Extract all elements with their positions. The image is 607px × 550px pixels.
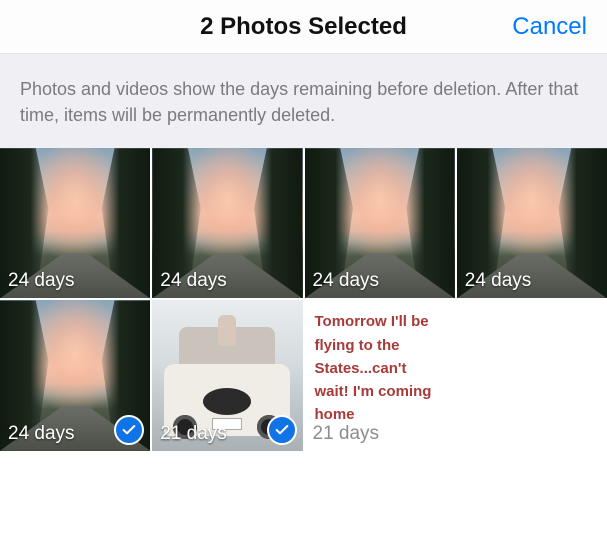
page-title: 2 Photos Selected xyxy=(200,13,407,41)
info-message: Photos and videos show the days remainin… xyxy=(0,54,607,148)
days-remaining-label: 24 days xyxy=(160,270,227,292)
selection-checkmark[interactable] xyxy=(267,415,297,445)
cancel-button[interactable]: Cancel xyxy=(512,0,587,54)
selection-checkmark[interactable] xyxy=(114,415,144,445)
days-remaining-label: 21 days xyxy=(160,423,227,445)
empty-cell xyxy=(457,300,607,450)
photo-thumbnail[interactable]: 24 days xyxy=(305,148,455,298)
days-remaining-label: 24 days xyxy=(8,423,75,445)
checkmark-icon xyxy=(121,422,137,438)
photo-thumbnail[interactable]: 24 days xyxy=(457,148,607,298)
photo-thumbnail[interactable]: 24 days xyxy=(0,300,150,450)
empty-space xyxy=(0,451,607,531)
days-remaining-label: 21 days xyxy=(313,423,380,445)
photo-thumbnail[interactable]: 24 days xyxy=(0,148,150,298)
days-remaining-label: 24 days xyxy=(465,270,532,292)
days-remaining-label: 24 days xyxy=(313,270,380,292)
checkmark-icon xyxy=(274,422,290,438)
header-bar: 2 Photos Selected Cancel xyxy=(0,0,607,54)
photo-grid: 24 days 24 days 24 days 24 days 24 days … xyxy=(0,148,607,451)
photo-thumbnail[interactable]: 21 days xyxy=(152,300,302,450)
photo-thumbnail[interactable]: 24 days xyxy=(152,148,302,298)
days-remaining-label: 24 days xyxy=(8,270,75,292)
photo-thumbnail[interactable]: Tomorrow I'll be flying to the States...… xyxy=(305,300,455,450)
